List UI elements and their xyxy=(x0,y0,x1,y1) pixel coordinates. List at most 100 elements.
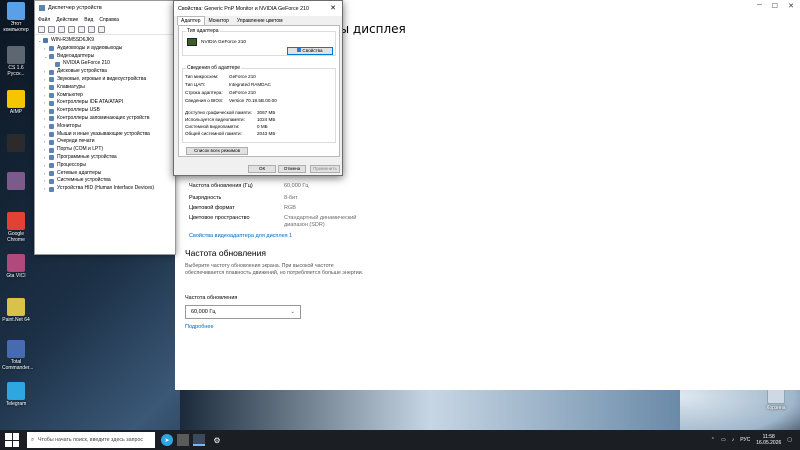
device-icon xyxy=(49,178,54,184)
device-manager-window: Диспетчер устройств Файл Действие Вид Справ… xyxy=(34,0,176,255)
tree-node[interactable]: › Мыши и иные указывающие устройства xyxy=(38,131,172,139)
desktop-shortcut[interactable]: Gta VICI xyxy=(2,254,30,279)
display-info-row: Частота обновления (Гц) 60,000 Гц xyxy=(189,183,364,190)
shortcut-label: Gta VICI xyxy=(6,273,26,279)
close-icon[interactable]: ✕ xyxy=(788,2,794,10)
tree-node-label: Порты (COM и LPT) xyxy=(57,146,104,153)
info-value: 2043 МБ xyxy=(257,131,276,136)
tree-node[interactable]: › Клавиатуры xyxy=(38,84,172,92)
tree-node-label: Мониторы xyxy=(57,122,81,129)
gpu-icon xyxy=(187,38,197,46)
tree-node[interactable]: › Системные устройства xyxy=(38,177,172,185)
info-row: Сведения о BIOS: Version 70.18.5B.00.00 xyxy=(185,98,277,103)
device-icon xyxy=(43,38,48,44)
tree-node-label: Процессоры xyxy=(57,161,86,168)
tree-node[interactable]: › Компьютер xyxy=(38,92,172,100)
tree-node[interactable]: › Звуковые, игровые и видеоустройства xyxy=(38,76,172,84)
settings-gear-icon[interactable]: ⚙ xyxy=(209,432,225,448)
desktop-shortcut[interactable]: Paint.Net 64 xyxy=(2,298,30,323)
shortcut-icon xyxy=(7,134,25,152)
refresh-label: Частота обновления xyxy=(185,295,238,301)
info-key: Сведения о BIOS: xyxy=(185,98,224,103)
menu-item[interactable]: Действие xyxy=(56,17,78,23)
menu-item[interactable]: Файл xyxy=(38,17,50,23)
device-icon xyxy=(49,108,54,114)
tree-node[interactable]: › Процессоры xyxy=(38,162,172,170)
tree-node[interactable]: › Аудиовходы и аудиовыходы xyxy=(38,45,172,53)
help-icon[interactable] xyxy=(78,25,85,33)
volume-icon[interactable]: ♪ xyxy=(732,437,735,443)
cancel-button[interactable]: Отмена xyxy=(278,165,306,173)
desktop-shortcut[interactable]: CS 1.6 Русск... xyxy=(2,46,30,77)
device-icon xyxy=(49,131,54,137)
menu-item[interactable]: Справка xyxy=(99,17,119,23)
desktop-shortcut[interactable] xyxy=(2,134,30,153)
clock[interactable]: 11:58 16.05.2026 xyxy=(756,434,781,446)
tree-node[interactable]: › Устройства HID (Human Interface Devices… xyxy=(38,185,172,193)
recycle-bin-label: Корзина xyxy=(766,405,786,411)
desktop-shortcut[interactable]: AIMP xyxy=(2,90,30,115)
tree-node-label: Контроллеры IDE ATA/ATAPI xyxy=(57,99,124,106)
scan-icon[interactable] xyxy=(88,25,95,33)
tree-node[interactable]: › Программные устройства xyxy=(38,154,172,162)
refresh-rate-value: 60,000 Гц xyxy=(191,309,216,315)
monitor-icon[interactable] xyxy=(98,25,105,33)
device-manager-taskbar-icon[interactable] xyxy=(193,434,205,446)
tree-node[interactable]: › Контроллеры USB xyxy=(38,107,172,115)
properties-dialog: Свойства: Generic PnP Monitor и NVIDIA G… xyxy=(173,0,343,176)
telegram-icon[interactable]: ➤ xyxy=(161,434,173,446)
chevron-up-icon[interactable]: ⌃ xyxy=(711,437,715,443)
language-indicator[interactable]: РУС xyxy=(740,437,750,443)
tab[interactable]: Адаптер xyxy=(177,16,205,25)
apply-button[interactable]: Применить xyxy=(310,165,340,173)
tree-node[interactable]: › Очереди печати xyxy=(38,138,172,146)
tree-node[interactable]: › Дисковые устройства xyxy=(38,68,172,76)
tab[interactable]: Монитор xyxy=(205,16,233,25)
back-icon[interactable] xyxy=(38,25,45,33)
device-icon xyxy=(49,124,54,130)
tree-node[interactable]: ⌄ Видеоадаптеры xyxy=(38,53,172,61)
shortcut-icon xyxy=(7,382,25,400)
page-title: ры дисплея xyxy=(332,22,406,36)
notifications-icon[interactable]: ▢ xyxy=(787,437,792,443)
app-icon[interactable] xyxy=(177,434,189,446)
tree-node[interactable]: › Контроллеры IDE ATA/ATAPI xyxy=(38,99,172,107)
tree-node[interactable]: ⌄ WIN-R3M5SD6JK9 xyxy=(38,37,172,45)
list-all-modes-button[interactable]: Список всех режимов xyxy=(186,147,248,155)
adapter-type-label: Тип адаптера xyxy=(186,28,220,34)
menu-item[interactable]: Вид xyxy=(84,17,93,23)
tree-node-label: Звуковые, игровые и видеоустройства xyxy=(57,75,147,82)
start-button[interactable] xyxy=(5,433,19,447)
properties-icon[interactable] xyxy=(68,25,75,33)
info-row: Доступно графической памяти: 3067 МБ xyxy=(185,110,275,115)
desktop-shortcut[interactable]: Google Chrome xyxy=(2,212,30,243)
taskbar-search[interactable]: ⌕ Чтобы начать поиск, введите здесь запр… xyxy=(27,432,155,448)
desktop-shortcut[interactable]: Total Commander... xyxy=(2,340,33,371)
adapter-info-label: Сведения об адаптере xyxy=(186,65,242,71)
desktop-shortcut[interactable] xyxy=(2,172,30,191)
tree-node[interactable]: › Мониторы xyxy=(38,123,172,131)
maximize-icon[interactable]: ☐ xyxy=(772,2,778,10)
forward-icon[interactable] xyxy=(48,25,55,33)
display-info-value: Стандартный динамический диапазон (SDR) xyxy=(284,215,357,228)
tab[interactable]: Управление цветом xyxy=(233,16,287,25)
search-placeholder: Чтобы начать поиск, введите здесь запрос xyxy=(37,437,144,443)
shortcut-label: Paint.Net 64 xyxy=(2,317,30,323)
close-icon[interactable]: ✕ xyxy=(324,1,342,16)
refresh-rate-select[interactable]: 60,000 Гц ⌄ xyxy=(185,305,301,319)
tree-node[interactable]: › Контроллеры запоминающих устройств xyxy=(38,115,172,123)
tree-node[interactable]: › Порты (COM и LPT) xyxy=(38,146,172,154)
desktop-shortcut[interactable]: Этот компьютер xyxy=(2,2,30,33)
adapter-properties-link[interactable]: Свойства видеоадаптера для дисплея 1 xyxy=(189,233,292,239)
desktop-shortcut[interactable]: Telegram xyxy=(2,382,30,407)
display-info-value: 60,000 Гц xyxy=(284,183,309,189)
ok-button[interactable]: ОК xyxy=(248,165,276,173)
more-link[interactable]: Подробнее xyxy=(185,324,214,330)
adapter-type-group: Тип адаптера NVIDIA GeForce 210 Свойства xyxy=(182,28,336,56)
network-icon[interactable]: ▭ xyxy=(721,437,726,443)
adapter-properties-button[interactable]: Свойства xyxy=(287,47,333,55)
shortcut-icon xyxy=(7,2,25,20)
minimize-icon[interactable]: ─ xyxy=(757,2,762,9)
display-info-key: Цветовой формат xyxy=(189,205,235,211)
view-icon[interactable] xyxy=(58,25,65,33)
